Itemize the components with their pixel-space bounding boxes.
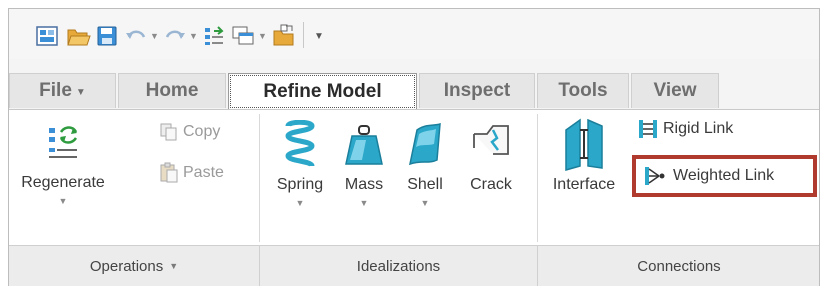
crack-icon bbox=[473, 125, 509, 155]
ribbon-group-labels: Operations ▼ Idealizations Connections bbox=[9, 245, 819, 286]
group-divider bbox=[537, 114, 538, 242]
quick-access-toolbar: ▼ ▼ ▼ ▼ bbox=[9, 9, 819, 59]
weighted-link-highlight bbox=[632, 155, 817, 197]
tab-tools[interactable]: Tools bbox=[537, 73, 629, 108]
shell-button[interactable]: Shell ▼ bbox=[397, 120, 453, 208]
save-icon[interactable] bbox=[97, 26, 117, 46]
tab-refine-model-label: Refine Model bbox=[263, 81, 382, 102]
tab-inspect[interactable]: Inspect bbox=[419, 73, 535, 108]
app-window: ▼ ▼ ▼ ▼ File▼ Home Refine Model Inspect bbox=[8, 8, 820, 286]
close-icon[interactable] bbox=[272, 23, 296, 47]
interface-label: Interface bbox=[552, 176, 616, 193]
tab-file[interactable]: File ▼ bbox=[9, 73, 116, 108]
regenerate-label: Regenerate bbox=[21, 174, 105, 191]
connections-label: Connections bbox=[637, 257, 721, 275]
redo-icon[interactable] bbox=[164, 27, 186, 45]
tab-home-label: Home bbox=[145, 80, 199, 101]
spring-dropdown-icon[interactable]: ▼ bbox=[296, 198, 305, 208]
interface-button[interactable]: Interface bbox=[543, 116, 625, 194]
undo-icon[interactable] bbox=[125, 27, 147, 45]
window-icon[interactable] bbox=[36, 26, 58, 46]
copy-icon bbox=[160, 123, 177, 141]
crack-label: Crack bbox=[470, 176, 512, 193]
rigid-link-icon bbox=[639, 120, 657, 138]
open-folder-icon[interactable] bbox=[67, 25, 91, 47]
tab-view[interactable]: View bbox=[631, 73, 719, 108]
operations-group-label[interactable]: Operations ▼ bbox=[9, 246, 259, 286]
tab-inspect-label: Inspect bbox=[443, 80, 511, 101]
group-divider bbox=[259, 114, 260, 242]
chevron-down-icon: ▼ bbox=[75, 86, 86, 98]
rigid-link-button[interactable]: Rigid Link bbox=[637, 118, 733, 140]
copy-label: Copy bbox=[183, 123, 221, 140]
regenerate-dropdown-icon[interactable]: ▼ bbox=[59, 196, 68, 206]
spring-icon bbox=[285, 120, 315, 168]
idealizations-group-label: Idealizations bbox=[260, 246, 537, 286]
connections-group-label: Connections bbox=[538, 246, 820, 286]
mass-label: Mass bbox=[344, 176, 384, 193]
tab-refine-model[interactable]: Refine Model bbox=[228, 73, 417, 110]
mass-dropdown-icon[interactable]: ▼ bbox=[360, 198, 369, 208]
operations-label: Operations bbox=[89, 257, 164, 275]
mass-icon bbox=[345, 125, 383, 165]
paste-icon bbox=[160, 162, 178, 183]
spring-button[interactable]: Spring ▼ bbox=[267, 120, 333, 208]
paste-label: Paste bbox=[183, 164, 224, 181]
customize-icon[interactable]: ▼ bbox=[314, 31, 324, 42]
paste-button[interactable]: Paste bbox=[159, 162, 224, 184]
windows-dropdown-icon[interactable]: ▼ bbox=[258, 31, 267, 41]
windows-icon[interactable] bbox=[232, 26, 254, 46]
regenerate-button[interactable]: Regenerate ▼ bbox=[13, 124, 113, 206]
tab-view-label: View bbox=[653, 80, 697, 101]
rigid-link-label: Rigid Link bbox=[663, 120, 734, 137]
spring-label: Spring bbox=[276, 176, 324, 193]
regenerate-icon[interactable] bbox=[203, 25, 225, 47]
ribbon-tabs: File ▼ Home Refine Model Inspect Tools Vi… bbox=[9, 73, 819, 110]
crack-button[interactable]: Crack bbox=[457, 120, 525, 194]
mass-button[interactable]: Mass ▼ bbox=[335, 120, 393, 208]
copy-button[interactable]: Copy bbox=[159, 122, 220, 142]
tab-file-label: File bbox=[39, 80, 72, 101]
tab-home[interactable]: Home bbox=[118, 73, 226, 108]
undo-dropdown-icon[interactable]: ▼ bbox=[150, 31, 159, 41]
shell-dropdown-icon[interactable]: ▼ bbox=[421, 198, 430, 208]
interface-icon bbox=[565, 118, 603, 171]
regenerate-icon bbox=[49, 126, 78, 158]
shell-icon bbox=[408, 122, 441, 166]
toolbar-divider bbox=[303, 22, 304, 48]
idealizations-label: Idealizations bbox=[356, 257, 441, 275]
shell-label: Shell bbox=[407, 176, 443, 193]
redo-dropdown-icon[interactable]: ▼ bbox=[189, 31, 198, 41]
chevron-down-icon: ▼ bbox=[169, 261, 179, 271]
tab-tools-label: Tools bbox=[558, 80, 608, 101]
